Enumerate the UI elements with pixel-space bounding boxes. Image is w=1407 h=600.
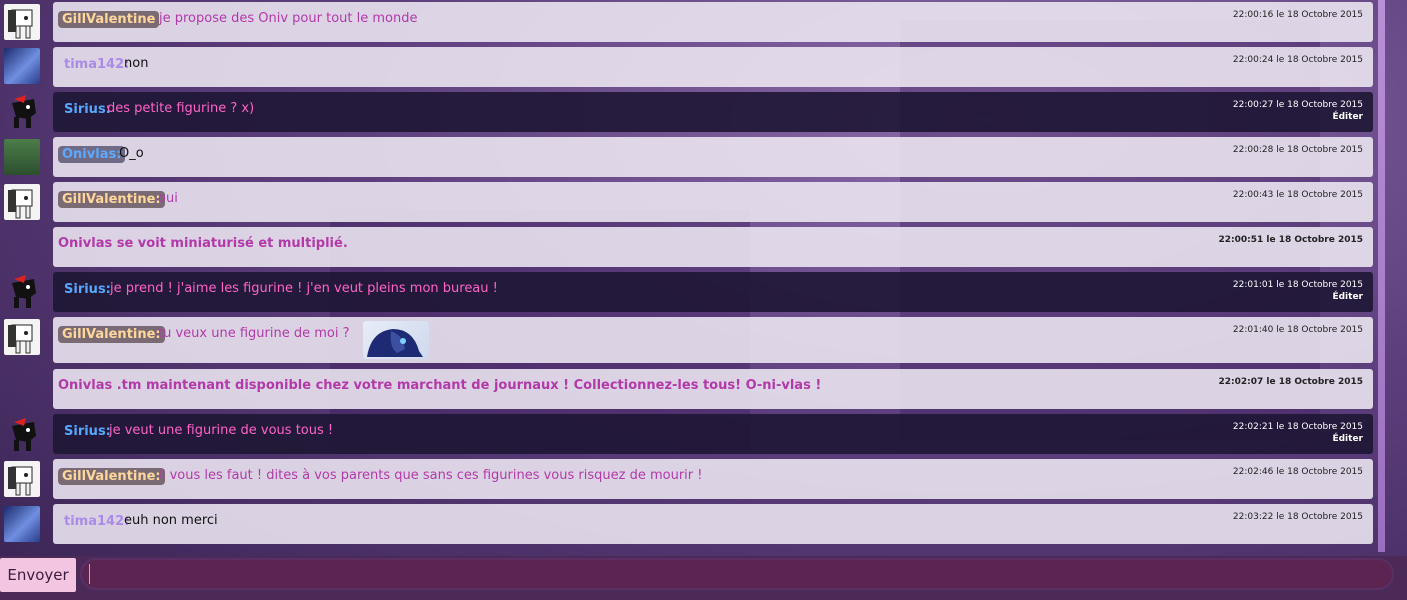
message-timestamp: 22:02:07 le 18 Octobre 2015 [1218,377,1363,387]
edit-link[interactable]: Éditer [1233,433,1363,445]
message-author[interactable]: GillValentine: [58,468,165,485]
message-text: Il vous les faut ! dites à vos parents q… [158,468,703,483]
message-author[interactable]: Sirius: [60,423,115,440]
chat-message: Sirius: des petite figurine ? x) 22:00:2… [53,92,1373,132]
chat-message: tima142: non 22:00:24 le 18 Octobre 2015 [53,47,1373,87]
message-timestamp: 22:03:22 le 18 Octobre 2015 [1232,512,1363,522]
message-timestamp: 22:00:51 le 18 Octobre 2015 [1218,235,1363,245]
pony-white-icon[interactable] [4,319,40,355]
chat-input[interactable] [80,558,1394,590]
message-text: je prend ! j'aime les figurine ! j'en ve… [110,281,498,296]
chat-message: tima142: euh non merci 22:03:22 le 18 Oc… [53,504,1373,544]
pony-white-icon[interactable] [4,4,40,40]
message-timestamp: 22:02:21 le 18 Octobre 2015 Éditer [1232,422,1363,445]
chat-message: GillValentine: Il vous les faut ! dites … [53,459,1373,499]
chat-message: GillValentine je propose des Oniv pour t… [53,2,1373,42]
message-timestamp: 22:00:16 le 18 Octobre 2015 [1232,10,1363,20]
night-sky-icon[interactable] [4,48,40,84]
system-message-text: Onivlas .tm maintenant disponible chez v… [58,378,822,393]
message-text: non [124,56,149,71]
message-author[interactable]: tima142: [60,513,133,530]
message-timestamp: 22:00:28 le 18 Octobre 2015 [1232,145,1363,155]
luna-emote-icon [363,321,429,359]
chat-message: GillValentine: oui 22:00:43 le 18 Octobr… [53,182,1373,222]
message-text: euh non merci [124,513,218,528]
system-message-text: Onivlas se voit miniaturisé et multiplié… [58,236,348,251]
pony-green-icon[interactable] [4,139,40,175]
night-sky-icon[interactable] [4,506,40,542]
message-author[interactable]: Sirius: [60,281,115,298]
pony-white-icon[interactable] [4,184,40,220]
send-button[interactable]: Envoyer [0,558,76,592]
chat-message: GillValentine: tu veux une figurine de m… [53,317,1373,363]
pony-black-icon[interactable] [4,93,40,129]
message-timestamp: 22:00:43 le 18 Octobre 2015 [1232,190,1363,200]
message-text: je propose des Oniv pour tout le monde [159,11,418,26]
message-timestamp: 22:01:01 le 18 Octobre 2015 Éditer [1232,280,1363,303]
system-message: Onivlas se voit miniaturisé et multiplié… [53,227,1373,267]
message-text: je veut une figurine de vous tous ! [109,423,334,438]
message-text: O_o [119,146,144,161]
pony-black-icon[interactable] [4,273,40,309]
message-text: des petite figurine ? x) [107,101,255,116]
system-message: Onivlas .tm maintenant disponible chez v… [53,369,1373,409]
message-author[interactable]: GillValentine [58,11,160,28]
edit-link[interactable]: Éditer [1233,291,1363,303]
chat-log[interactable]: GillValentine je propose des Oniv pour t… [0,0,1407,552]
message-timestamp: 22:01:40 le 18 Octobre 2015 [1232,325,1363,335]
chat-scrollbar[interactable] [1378,0,1385,552]
message-timestamp: 22:00:27 le 18 Octobre 2015 Éditer [1232,100,1363,123]
message-timestamp: 22:02:46 le 18 Octobre 2015 [1232,467,1363,477]
chat-message: Sirius: je prend ! j'aime les figurine !… [53,272,1373,312]
chat-message: Onivlas: O_o 22:00:28 le 18 Octobre 2015 [53,137,1373,177]
text-caret [89,564,90,584]
message-author[interactable]: Onivlas: [58,146,126,163]
chat-message: Sirius: je veut une figurine de vous tou… [53,414,1373,454]
pony-black-icon[interactable] [4,416,40,452]
message-timestamp: 22:00:24 le 18 Octobre 2015 [1232,55,1363,65]
message-author[interactable]: tima142: [60,56,133,73]
message-author[interactable]: GillValentine: [58,326,165,343]
edit-link[interactable]: Éditer [1233,111,1363,123]
message-text: tu veux une figurine de moi ? [158,326,350,341]
pony-white-icon[interactable] [4,461,40,497]
message-author[interactable]: GillValentine: [58,191,165,208]
message-text: oui [158,191,178,206]
